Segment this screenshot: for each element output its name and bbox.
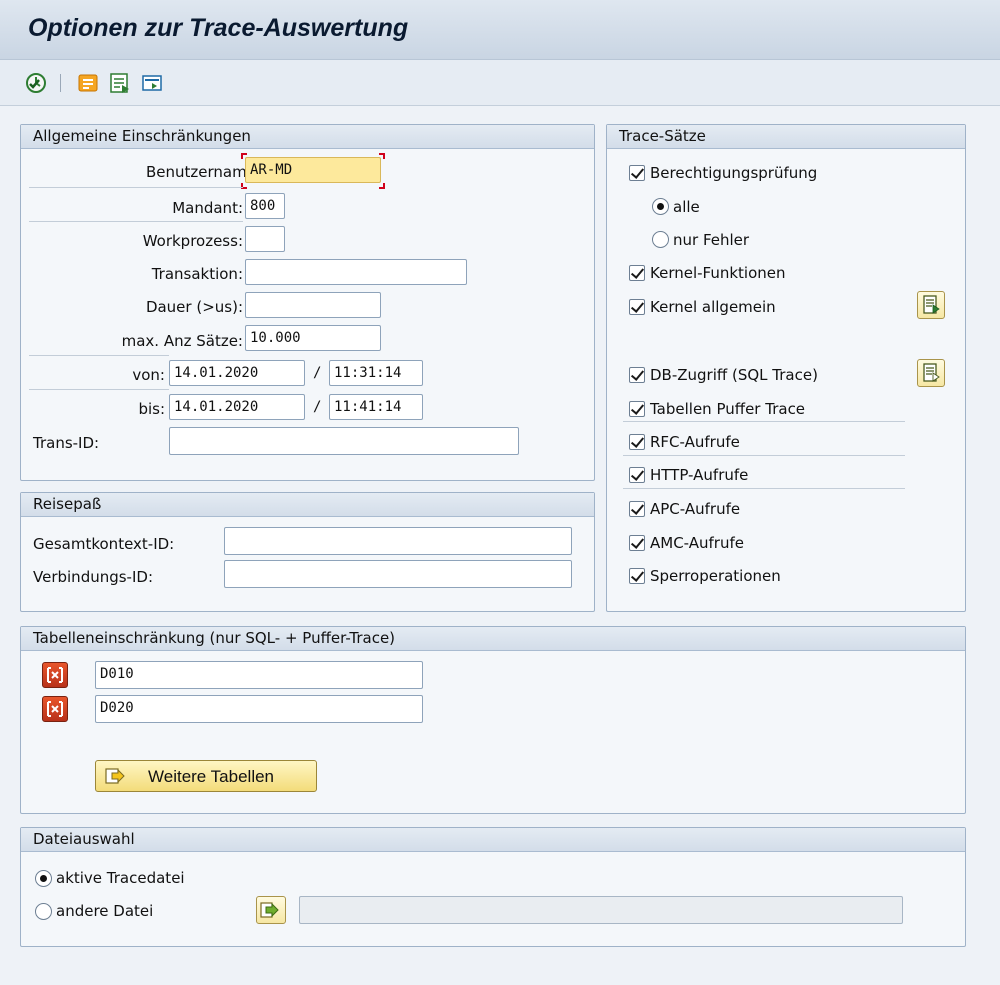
checkbox-rfc-aufrufe[interactable] <box>629 434 645 450</box>
page-title: Optionen zur Trace-Auswertung <box>28 14 409 42</box>
group-trace-saetze: Trace-Sätze Berechtigungsprüfung alle nu… <box>606 124 966 612</box>
von-date-input[interactable]: 14.01.2020 <box>169 360 305 386</box>
divider <box>29 221 243 222</box>
delete-selection-icon <box>47 667 63 683</box>
group-reisepass: Reisepaß Gesamtkontext-ID: Verbindungs-I… <box>20 492 595 612</box>
sql-details-button[interactable] <box>917 359 945 387</box>
andere-datei-input[interactable] <box>299 896 903 924</box>
toolbar <box>0 60 1000 106</box>
kernel-allgemein-label: Kernel allgemein <box>650 298 776 316</box>
focus-marker <box>241 183 247 189</box>
mandant-label: Mandant: <box>172 199 243 217</box>
group-header: Tabelleneinschränkung (nur SQL- + Puffer… <box>21 627 965 651</box>
divider <box>29 187 243 188</box>
file-browse-button[interactable] <box>256 896 286 924</box>
arrow-right-icon <box>260 902 279 918</box>
date-time-separator: / <box>313 399 322 415</box>
apc-aufrufe-label: APC-Aufrufe <box>650 500 741 518</box>
http-aufrufe-label: HTTP-Aufrufe <box>650 466 749 484</box>
sperroperationen-label: Sperroperationen <box>650 567 781 585</box>
bis-label: bis: <box>138 400 165 418</box>
kernel-details-button[interactable] <box>917 291 945 319</box>
divider <box>623 455 905 456</box>
radio-nur-fehler[interactable] <box>652 231 669 248</box>
execute-icon[interactable] <box>24 71 48 95</box>
kernel-funktionen-label: Kernel-Funktionen <box>650 264 786 282</box>
arrow-right-icon <box>104 765 126 792</box>
max-saetze-label: max. Anz Sätze: <box>121 332 243 350</box>
group-header: Reisepaß <box>21 493 594 517</box>
group-header: Dateiauswahl <box>21 828 965 852</box>
group-tabelleneinschraenkung: Tabelleneinschränkung (nur SQL- + Puffer… <box>20 626 966 814</box>
checkbox-kernel-allgemein[interactable] <box>629 299 645 315</box>
delete-row-button[interactable] <box>42 662 68 688</box>
workprozess-label: Workprozess: <box>142 232 243 250</box>
filter-icon[interactable] <box>76 71 100 95</box>
berechtigungspruefung-label: Berechtigungsprüfung <box>650 164 818 182</box>
divider <box>623 421 905 422</box>
trans-id-label: Trans-ID: <box>33 434 100 452</box>
table-name-input[interactable]: D010 <box>95 661 423 689</box>
checkbox-tabellen-puffer-trace[interactable] <box>629 401 645 417</box>
radio-alle[interactable] <box>652 198 669 215</box>
bis-time-input[interactable]: 11:41:14 <box>329 394 423 420</box>
divider <box>29 355 169 356</box>
divider <box>623 488 905 489</box>
group-header: Trace-Sätze <box>607 125 965 149</box>
rfc-aufrufe-label: RFC-Aufrufe <box>650 433 740 451</box>
radio-andere-datei[interactable] <box>35 903 52 920</box>
max-saetze-input[interactable]: 10.000 <box>245 325 381 351</box>
weitere-tabellen-button[interactable]: Weitere Tabellen <box>95 760 317 792</box>
document-details-icon <box>923 295 940 314</box>
db-zugriff-label: DB-Zugriff (SQL Trace) <box>650 366 818 384</box>
title-bar: Optionen zur Trace-Auswertung <box>0 0 1000 60</box>
group-header: Allgemeine Einschränkungen <box>21 125 594 149</box>
divider <box>29 389 169 390</box>
bis-date-input[interactable]: 14.01.2020 <box>169 394 305 420</box>
checkbox-http-aufrufe[interactable] <box>629 467 645 483</box>
workprozess-input[interactable] <box>245 226 285 252</box>
von-label: von: <box>132 366 165 384</box>
date-time-separator: / <box>313 365 322 381</box>
focus-marker <box>379 183 385 189</box>
group-allgemeine-einschraenkungen: Allgemeine Einschränkungen Benutzername:… <box>20 124 595 481</box>
dauer-label: Dauer (>us): <box>145 298 243 316</box>
trans-id-input[interactable] <box>169 427 519 455</box>
group-dateiauswahl: Dateiauswahl aktive Tracedatei andere Da… <box>20 827 966 947</box>
verbindungs-id-input[interactable] <box>224 560 572 588</box>
verbindungs-id-label: Verbindungs-ID: <box>33 568 153 586</box>
settings-icon[interactable] <box>140 71 164 95</box>
radio-aktive-tracedatei[interactable] <box>35 870 52 887</box>
dauer-input[interactable] <box>245 292 381 318</box>
weitere-tabellen-label: Weitere Tabellen <box>148 767 275 786</box>
transaktion-label: Transaktion: <box>151 265 243 283</box>
aktive-tracedatei-label: aktive Tracedatei <box>56 869 185 887</box>
display-icon[interactable] <box>108 71 132 95</box>
checkbox-db-zugriff[interactable] <box>629 367 645 383</box>
toolbar-separator <box>60 74 61 92</box>
checkbox-amc-aufrufe[interactable] <box>629 535 645 551</box>
benutzername-input[interactable]: AR-MD <box>245 157 381 183</box>
checkbox-apc-aufrufe[interactable] <box>629 501 645 517</box>
checkbox-berechtigungspruefung[interactable] <box>629 165 645 181</box>
amc-aufrufe-label: AMC-Aufrufe <box>650 534 744 552</box>
checkbox-kernel-funktionen[interactable] <box>629 265 645 281</box>
table-name-input[interactable]: D020 <box>95 695 423 723</box>
alle-label: alle <box>673 198 700 216</box>
document-details-icon <box>923 363 940 382</box>
checkbox-sperroperationen[interactable] <box>629 568 645 584</box>
von-time-input[interactable]: 11:31:14 <box>329 360 423 386</box>
benutzername-label: Benutzername: <box>145 163 261 181</box>
tabellen-puffer-trace-label: Tabellen Puffer Trace <box>650 400 806 418</box>
delete-selection-icon <box>47 701 63 717</box>
gesamtkontext-id-label: Gesamtkontext-ID: <box>33 535 175 553</box>
nur-fehler-label: nur Fehler <box>673 231 750 249</box>
focus-marker <box>379 153 385 159</box>
gesamtkontext-id-input[interactable] <box>224 527 572 555</box>
andere-datei-label: andere Datei <box>56 902 154 920</box>
mandant-input[interactable]: 800 <box>245 193 285 219</box>
focus-marker <box>241 153 247 159</box>
transaktion-input[interactable] <box>245 259 467 285</box>
delete-row-button[interactable] <box>42 696 68 722</box>
